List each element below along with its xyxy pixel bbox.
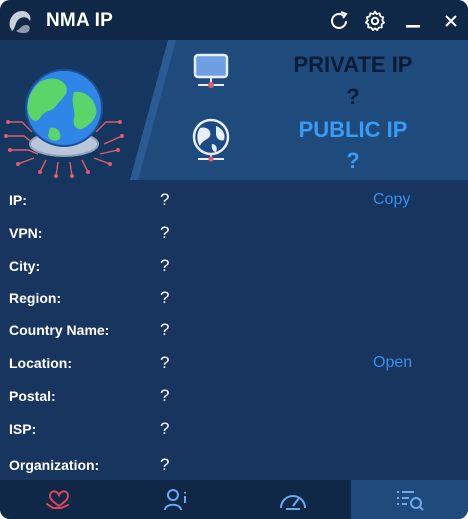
region-value: ?	[160, 288, 170, 307]
app-window: NMA IP PRIVATE IP ? PUBLIC IP ? IP: ? Co…	[0, 0, 468, 519]
info-row-region: Region: ?	[0, 282, 468, 312]
nav-ip-lookup[interactable]	[351, 480, 468, 519]
info-row-country: Country Name: ?	[0, 314, 468, 344]
close-button[interactable]	[438, 8, 464, 34]
minimize-button[interactable]	[400, 8, 426, 34]
country-label: Country Name:	[9, 322, 110, 338]
ip-value: ?	[160, 190, 170, 209]
info-row-ip: IP: ? Copy	[0, 184, 468, 214]
info-row-organization: Organization: ?	[0, 449, 468, 479]
heart-hand-icon	[45, 489, 69, 509]
nav-speed-test[interactable]	[234, 480, 351, 519]
gear-icon	[365, 10, 385, 31]
info-row-vpn: VPN: ?	[0, 217, 468, 247]
isp-label: ISP:	[9, 421, 37, 437]
info-row-city: City: ?	[0, 250, 468, 280]
country-value: ?	[160, 320, 170, 339]
copy-link[interactable]: Copy	[373, 191, 410, 209]
globe-network-icon	[4, 69, 124, 178]
app-title: NMA IP	[46, 10, 113, 31]
settings-button[interactable]	[362, 8, 388, 34]
private-ip-value: ?	[346, 84, 360, 109]
ip-banner: PRIVATE IP ? PUBLIC IP ?	[0, 40, 468, 180]
speedometer-icon	[279, 494, 306, 510]
organization-value: ?	[160, 455, 170, 474]
city-value: ?	[160, 256, 170, 275]
nav-support[interactable]	[0, 480, 117, 519]
public-ip-value: ?	[346, 148, 360, 173]
user-info-icon	[163, 488, 186, 510]
info-row-postal: Postal: ?	[0, 380, 468, 410]
refresh-button[interactable]	[326, 8, 352, 34]
postal-label: Postal:	[9, 388, 56, 404]
refresh-icon	[331, 11, 348, 29]
location-value: ?	[160, 353, 170, 372]
bottom-nav	[0, 480, 468, 519]
info-row-location: Location: ? Open	[0, 347, 468, 377]
public-ip-label: PUBLIC IP	[298, 117, 408, 142]
ip-label: IP:	[9, 192, 27, 208]
minimize-icon	[406, 25, 420, 28]
organization-label: Organization:	[9, 457, 100, 473]
region-label: Region:	[9, 290, 62, 306]
ip-info-list: IP: ? Copy VPN: ? City: ? Region: ? Coun…	[0, 180, 468, 480]
location-label: Location:	[9, 355, 72, 371]
vpn-value: ?	[160, 223, 170, 242]
city-label: City:	[9, 258, 41, 274]
title-bar: NMA IP	[0, 0, 468, 40]
private-ip-label: PRIVATE IP	[293, 52, 413, 77]
app-logo-icon	[9, 11, 31, 34]
list-search-icon	[396, 490, 424, 511]
close-icon	[445, 15, 457, 27]
vpn-label: VPN:	[9, 225, 43, 241]
globe-public-icon	[192, 118, 230, 162]
open-link[interactable]: Open	[373, 354, 412, 372]
isp-value: ?	[160, 419, 170, 438]
postal-value: ?	[160, 386, 170, 405]
nav-user-info[interactable]	[117, 480, 234, 519]
monitor-network-icon	[193, 53, 229, 88]
info-row-isp: ISP: ?	[0, 413, 468, 443]
